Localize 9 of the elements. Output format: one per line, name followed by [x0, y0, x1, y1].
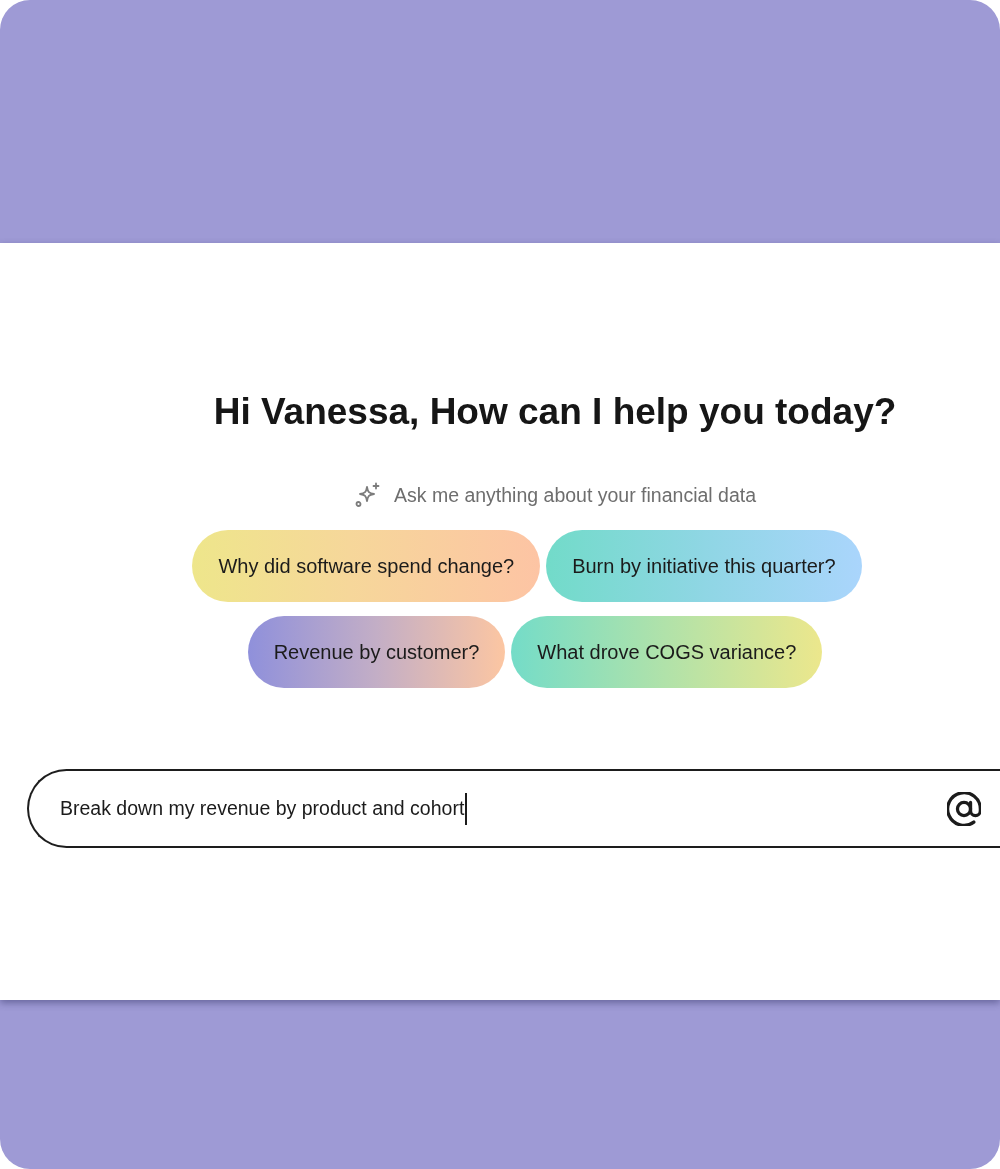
at-sign-icon[interactable] — [947, 791, 981, 826]
suggestion-chip[interactable]: Burn by initiative this quarter? — [546, 530, 862, 602]
chat-input-field[interactable]: Break down my revenue by product and cohort — [27, 769, 1000, 848]
greeting-subtitle: Ask me anything about your financial data — [393, 483, 757, 507]
greeting-title: Hi Vanessa, How can I help you today? — [213, 390, 897, 434]
sparkle-icon — [353, 481, 382, 509]
suggestion-chip[interactable]: Revenue by customer? — [247, 616, 506, 688]
suggestion-chip[interactable]: What drove COGS variance? — [511, 616, 823, 688]
suggestion-chip[interactable]: Why did software spend change? — [192, 530, 541, 602]
